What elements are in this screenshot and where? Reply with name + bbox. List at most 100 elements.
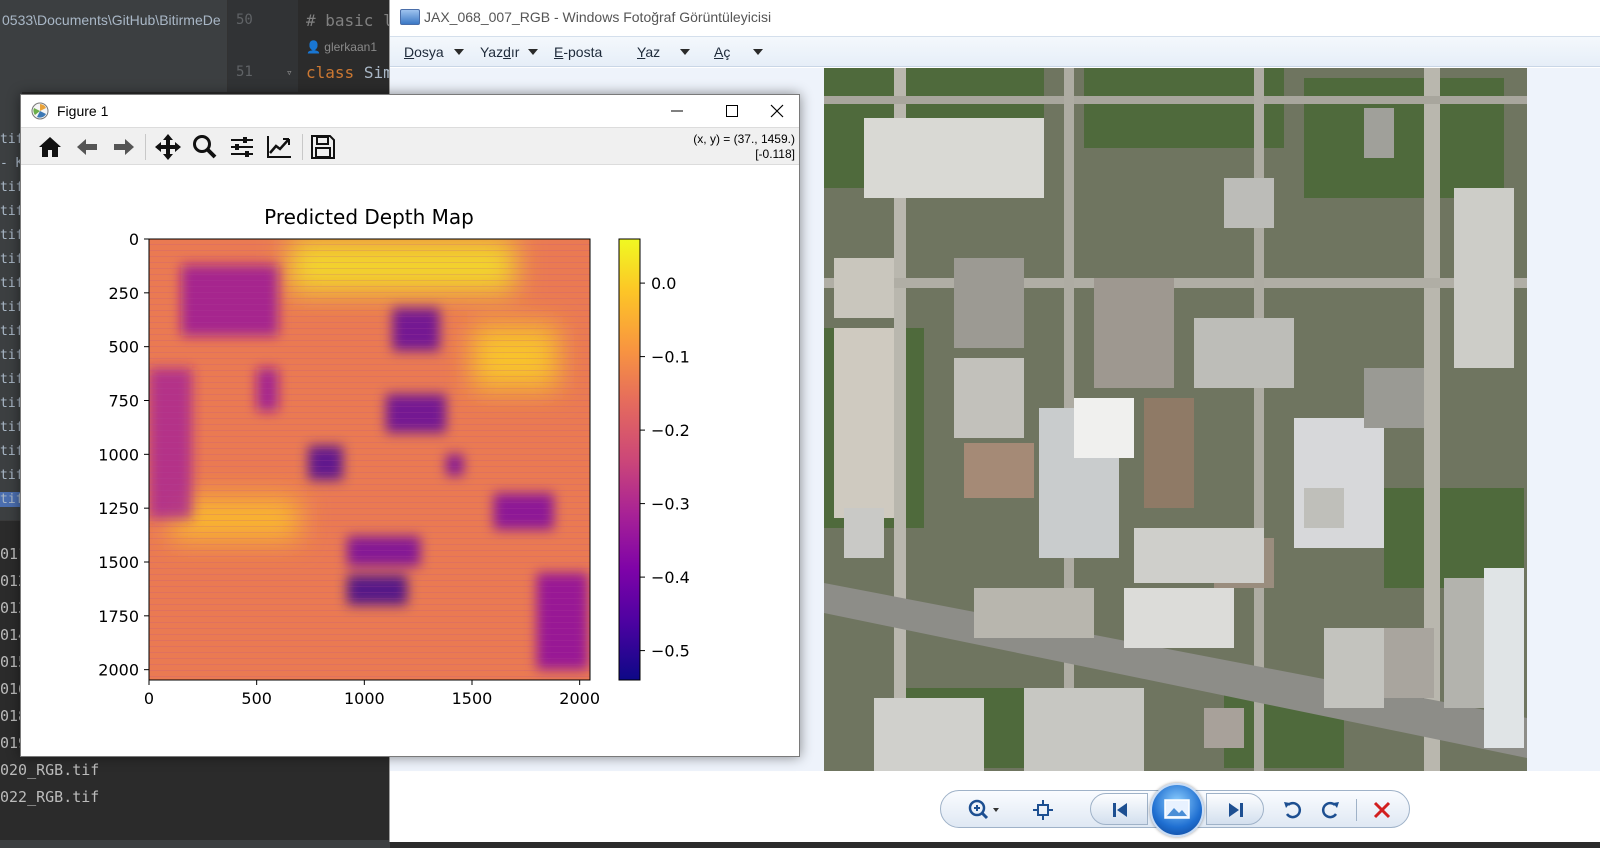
y-tick-label: 1500 — [98, 553, 139, 572]
code-line: class Sim — [306, 63, 393, 82]
colorbar-tick-label: −0.1 — [651, 348, 690, 367]
project-tree-items: tif - Ktif tif tif tif tif tif tif tif tif tif tif t… — [0, 92, 23, 520]
rotate-right-icon[interactable] — [1315, 795, 1345, 825]
building — [1364, 368, 1424, 428]
x-tick-label: 500 — [241, 689, 272, 708]
chart-title: Predicted Depth Map — [264, 205, 474, 229]
x-tick-label: 1500 — [452, 689, 493, 708]
viewer-window-title: JAX_068_007_RGB - Windows Fotoğraf Görün… — [424, 9, 772, 25]
maximize-icon — [726, 105, 738, 117]
y-tick-label: 0 — [129, 230, 139, 249]
fold-icon[interactable]: ▿ — [286, 66, 293, 79]
viewer-titlebar[interactable]: JAX_068_007_RGB - Windows Fotoğraf Görün… — [390, 0, 1600, 36]
building — [1304, 488, 1344, 528]
previous-button[interactable] — [1090, 793, 1148, 825]
y-tick-label: 500 — [108, 338, 139, 357]
y-axis: 0 250 500 750 1000 1250 1500 1750 2000 — [98, 230, 149, 680]
edit-axis-button[interactable] — [264, 132, 294, 162]
menu-dosya[interactable]: Dosya — [404, 44, 444, 60]
delete-icon[interactable] — [1367, 795, 1397, 825]
code-comment: # basic l — [306, 11, 393, 30]
building — [834, 328, 894, 518]
building — [964, 443, 1034, 498]
configure-subplots-button[interactable] — [227, 132, 257, 162]
zoom-icon — [193, 135, 217, 159]
menu-eposta[interactable]: E-posta — [554, 44, 602, 60]
code-editor[interactable]: # basic l 👤 glerkaan1 class Sim — [298, 0, 393, 92]
building — [834, 258, 894, 318]
viewer-menubar: Dosya Yazdır E-posta Yaz Aç — [390, 36, 1600, 67]
building — [874, 698, 984, 771]
next-icon — [1229, 803, 1243, 817]
chevron-down-icon[interactable] — [680, 49, 690, 55]
project-path: 0533\Documents\GitHub\BitirmeDe — [2, 12, 221, 28]
matplotlib-figure-window: Figure 1 (x, y) = (37., 1459.) [-0.118] … — [20, 94, 800, 757]
edit-axis-icon — [267, 136, 291, 158]
menu-yazdir[interactable]: Yazdır — [480, 44, 519, 60]
project-tree-panel: 0533\Documents\GitHub\BitirmeDe — [0, 0, 228, 92]
close-button[interactable] — [754, 95, 800, 127]
building — [1484, 568, 1524, 748]
chevron-down-icon[interactable] — [454, 49, 464, 55]
colorbar-axis: 0.0 −0.1 −0.2 −0.3 −0.4 −0.5 — [640, 274, 690, 661]
rotate-left-icon[interactable] — [1278, 795, 1308, 825]
plot-canvas[interactable]: Predicted Depth Map 0 500 1000 1500 2000 0 25… — [21, 166, 799, 756]
road — [1254, 68, 1264, 771]
slideshow-button[interactable] — [1150, 783, 1204, 837]
minimize-icon — [671, 110, 683, 112]
y-tick-label: 1250 — [98, 499, 139, 518]
y-tick-label: 750 — [108, 391, 139, 410]
line-number: 50 — [236, 12, 253, 28]
building — [1364, 108, 1394, 158]
tree-item[interactable]: tif — [0, 492, 23, 507]
building — [1194, 318, 1294, 388]
back-button[interactable] — [72, 132, 102, 162]
file-list-item[interactable]: 020_RGB.tif — [0, 761, 99, 779]
maximize-button[interactable] — [709, 95, 755, 127]
chevron-down-icon[interactable] — [753, 49, 763, 55]
chevron-down-icon[interactable] — [528, 49, 538, 55]
aerial-photo — [824, 68, 1527, 771]
building — [954, 358, 1024, 438]
author-annotation: 👤 glerkaan1 — [306, 40, 377, 54]
pan-icon — [155, 134, 181, 160]
x-tick-label: 1000 — [344, 689, 385, 708]
cursor-coordinate-readout: (x, y) = (37., 1459.) [-0.118] — [693, 132, 795, 162]
home-button[interactable] — [35, 132, 65, 162]
save-button[interactable] — [308, 132, 338, 162]
x-tick-label: 2000 — [559, 689, 600, 708]
forward-button[interactable] — [109, 132, 139, 162]
x-tick-label: 0 — [144, 689, 154, 708]
actual-size-icon[interactable] — [1028, 795, 1058, 825]
colorbar — [618, 238, 641, 681]
building — [1384, 628, 1434, 698]
menu-yaz[interactable]: Yaz — [637, 44, 660, 60]
building — [974, 588, 1094, 638]
heatmap-image — [149, 239, 590, 680]
home-icon — [39, 137, 61, 157]
save-icon — [311, 135, 335, 159]
zoom-rect-button[interactable] — [190, 132, 220, 162]
next-button[interactable] — [1206, 793, 1264, 825]
colorbar-tick-label: −0.3 — [651, 495, 690, 514]
previous-icon — [1113, 803, 1127, 817]
viewer-control-bar — [390, 771, 1600, 842]
toolbar-separator — [302, 134, 303, 160]
minimize-button[interactable] — [654, 95, 700, 127]
depth-map-chart: Predicted Depth Map 0 500 1000 1500 2000 0 25… — [98, 205, 690, 708]
building — [1294, 418, 1384, 548]
building — [844, 508, 884, 558]
heatmap-texture — [149, 239, 590, 680]
y-tick-label: 2000 — [98, 661, 139, 680]
building — [1444, 578, 1484, 708]
close-icon — [770, 104, 784, 118]
colorbar-tick-label: −0.4 — [651, 568, 690, 587]
ide-status-bar — [0, 840, 390, 848]
y-tick-label: 1000 — [98, 445, 139, 464]
zoom-icon[interactable] — [962, 795, 1006, 825]
line-gutter: 50 51 ▿ — [228, 0, 298, 92]
figure-titlebar[interactable]: Figure 1 — [21, 95, 799, 127]
menu-ac[interactable]: Aç — [714, 44, 730, 60]
file-list-item[interactable]: 022_RGB.tif — [0, 788, 99, 806]
pan-button[interactable] — [153, 132, 183, 162]
